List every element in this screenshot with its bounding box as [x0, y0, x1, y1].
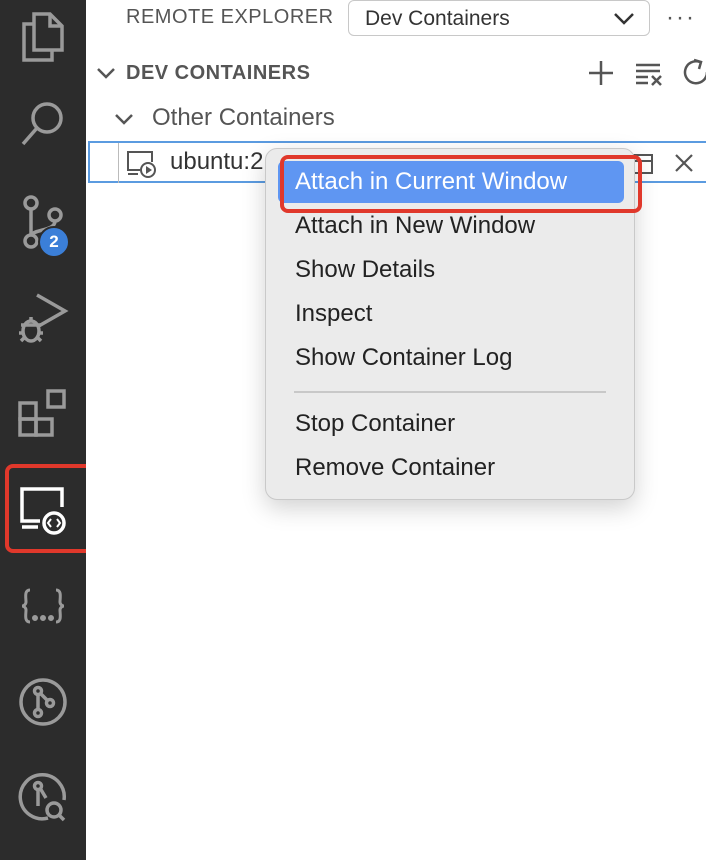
container-running-icon	[127, 151, 156, 178]
explorer-header: REMOTE EXPLORER Dev Containers ···	[86, 0, 706, 36]
section-title: DEV CONTAINERS	[126, 62, 311, 84]
attach-current-window-highlight	[280, 155, 642, 213]
git-lens-icon[interactable]	[0, 762, 86, 834]
search-icon[interactable]	[0, 88, 86, 160]
container-label: ubuntu:2	[170, 148, 264, 175]
explorer-title: REMOTE EXPLORER	[126, 6, 334, 28]
run-debug-icon[interactable]	[0, 282, 86, 354]
other-containers-group[interactable]: Other Containers	[86, 100, 706, 138]
vscode-window: 2 REMOTE EXPLORER Dev Containers ··· DEV…	[0, 0, 706, 860]
menu-item-remove-container[interactable]: Remove Container	[278, 447, 624, 489]
chevron-down-icon	[115, 114, 133, 125]
remote-type-select-value: Dev Containers	[365, 7, 510, 30]
chevron-down-icon	[97, 68, 115, 79]
add-icon[interactable]	[586, 58, 616, 88]
source-control-icon[interactable]: 2	[0, 186, 86, 258]
dev-containers-section-header[interactable]: DEV CONTAINERS	[86, 56, 706, 92]
source-control-badge: 2	[38, 226, 70, 258]
menu-item-stop-container[interactable]: Stop Container	[278, 403, 624, 445]
menu-item-inspect[interactable]: Inspect	[278, 293, 624, 335]
more-actions-button[interactable]: ···	[666, 4, 696, 32]
remote-type-select[interactable]: Dev Containers	[348, 0, 650, 36]
group-label: Other Containers	[152, 104, 335, 131]
files-icon[interactable]	[0, 0, 86, 72]
tree-indent-guide	[118, 143, 119, 183]
remote-explorer-highlight	[5, 464, 95, 553]
extensions-icon[interactable]	[0, 378, 86, 450]
json-braces-icon[interactable]	[0, 570, 86, 642]
activity-bar: 2	[0, 0, 95, 860]
menu-separator	[294, 391, 606, 393]
menu-item-show-container-log[interactable]: Show Container Log	[278, 337, 624, 379]
git-graph-icon[interactable]	[0, 666, 86, 738]
clear-all-icon[interactable]	[634, 58, 664, 88]
menu-item-show-details[interactable]: Show Details	[278, 249, 624, 291]
chevron-down-icon	[614, 13, 634, 25]
refresh-icon[interactable]	[682, 58, 706, 88]
close-icon[interactable]	[672, 151, 696, 175]
